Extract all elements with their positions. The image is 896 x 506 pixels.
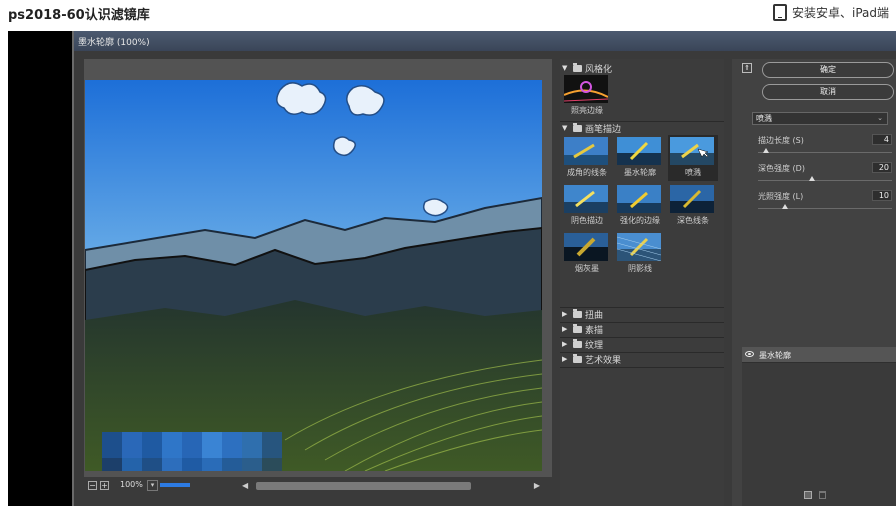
filter-label: 喷溅 <box>685 168 701 177</box>
filter-thumb-sumi-e[interactable]: 烟灰墨 <box>562 231 612 277</box>
filter-label: 烟灰墨 <box>575 264 599 273</box>
pixelated-watermark <box>102 432 282 471</box>
ok-button[interactable]: 确定 <box>762 62 894 78</box>
preview-landscape <box>85 80 542 471</box>
collapse-gallery-button[interactable]: ⇑ <box>742 63 752 73</box>
filter-preview <box>564 75 608 103</box>
expanded-triangle-icon: ▼ <box>562 64 568 72</box>
effect-layer-row[interactable]: 墨水轮廓 <box>742 347 896 363</box>
filter-label: 照亮边缘 <box>571 106 603 115</box>
filter-label: 深色线条 <box>677 216 709 225</box>
light-intensity-slider[interactable] <box>758 208 892 209</box>
scroll-thumb[interactable] <box>256 482 471 490</box>
dark-intensity-slider-thumb[interactable] <box>808 176 815 181</box>
folder-icon <box>573 323 582 333</box>
filter-thumb-ink-outlines[interactable]: 墨水轮廓 <box>615 135 665 181</box>
tablet-icon <box>773 3 787 21</box>
filter-preview <box>564 233 608 261</box>
effect-layers-panel: 墨水轮廓 <box>742 347 896 506</box>
filter-label: 成角的线条 <box>567 168 607 177</box>
trash-icon[interactable] <box>819 491 826 499</box>
filter-thumb-glowing-edges[interactable]: 照亮边缘 <box>562 73 612 119</box>
dialog-titlebar[interactable]: 墨水轮廓 (100%) <box>74 31 896 51</box>
folder-icon <box>573 308 582 318</box>
folder-icon <box>573 62 582 72</box>
category-label: 艺术效果 <box>585 355 622 366</box>
install-app-label: 安装安卓、iPad端 <box>792 5 890 20</box>
new-effect-layer-icon[interactable] <box>804 491 812 499</box>
page-title: ps2018-60认识滤镜库 <box>8 8 150 23</box>
filter-select-value: 喷溅 <box>756 114 772 123</box>
install-app-link[interactable]: 安装安卓、iPad端 <box>773 3 889 21</box>
chevron-down-icon: ⌄ <box>877 114 883 122</box>
zoom-out-button[interactable]: − <box>88 481 97 490</box>
stroke-length-slider-thumb[interactable] <box>763 148 770 153</box>
category-label: 纹理 <box>585 340 604 351</box>
category-label: 素描 <box>585 325 604 336</box>
filter-preview <box>617 185 661 213</box>
filter-label: 强化的边缘 <box>620 216 660 225</box>
category-sketch[interactable]: ▶ 素描 <box>560 322 724 336</box>
filter-select[interactable]: 喷溅 ⌄ <box>752 112 888 125</box>
collapsed-triangle-icon: ▶ <box>562 325 568 333</box>
zoom-bar: − + 100% ▾ ◀ ▶ <box>84 477 552 506</box>
filter-label: 墨水轮廓 <box>624 168 656 177</box>
category-brush-strokes[interactable]: ▼ 画笔描边 <box>560 121 724 135</box>
filter-preview <box>564 137 608 165</box>
category-distort[interactable]: ▶ 扭曲 <box>560 307 724 321</box>
cancel-button[interactable]: 取消 <box>762 84 894 100</box>
filter-thumb-crosshatch[interactable]: 阴影线 <box>615 231 665 277</box>
filter-thumb-angled-strokes[interactable]: 成角的线条 <box>562 135 612 181</box>
light-intensity-input[interactable]: 10 <box>872 190 892 201</box>
eye-icon[interactable] <box>745 351 754 357</box>
stroke-length-slider[interactable] <box>758 152 892 153</box>
preview-area[interactable]: − + 100% ▾ ◀ ▶ <box>84 59 552 506</box>
horizontal-scrollbar[interactable]: ◀ ▶ <box>242 481 542 491</box>
filter-preview <box>617 137 661 165</box>
preview-image[interactable] <box>85 80 542 471</box>
filter-thumb-accented-edges[interactable]: 阴色描边 <box>562 183 612 229</box>
category-label: 扭曲 <box>585 310 604 321</box>
light-intensity-label: 光照强度 (L) <box>758 192 804 201</box>
category-texture[interactable]: ▶ 纹理 <box>560 337 724 351</box>
divider <box>560 367 724 368</box>
folder-icon <box>573 122 582 132</box>
filter-preview <box>670 137 714 165</box>
collapsed-triangle-icon: ▶ <box>562 310 568 318</box>
folder-icon <box>573 353 582 363</box>
scroll-right-arrow-icon[interactable]: ▶ <box>534 481 540 490</box>
light-intensity-slider-thumb[interactable] <box>781 204 788 209</box>
filter-preview <box>564 185 608 213</box>
expanded-triangle-icon: ▼ <box>562 124 568 132</box>
collapsed-triangle-icon: ▶ <box>562 355 568 363</box>
page-header: ps2018-60认识滤镜库 安装安卓、iPad端 <box>0 0 896 31</box>
filter-thumb-strengthened-edges[interactable]: 强化的边缘 <box>615 183 665 229</box>
zoom-value: 100% <box>120 480 143 489</box>
effect-layer-name: 墨水轮廓 <box>759 351 791 360</box>
zoom-dropdown[interactable]: ▾ <box>147 480 158 491</box>
category-artistic[interactable]: ▶ 艺术效果 <box>560 352 724 366</box>
filter-thumb-dark-strokes[interactable]: 深色线条 <box>668 183 718 229</box>
zoom-in-button[interactable]: + <box>100 481 109 490</box>
filter-label: 阴影线 <box>628 264 652 273</box>
scroll-left-arrow-icon[interactable]: ◀ <box>242 481 248 490</box>
stroke-length-input[interactable]: 4 <box>872 134 892 145</box>
filter-label: 阴色描边 <box>571 216 603 225</box>
stroke-length-label: 描边长度 (S) <box>758 136 804 145</box>
filter-preview <box>670 185 714 213</box>
collapsed-triangle-icon: ▶ <box>562 340 568 348</box>
category-label: 画笔描边 <box>585 124 622 135</box>
dark-intensity-input[interactable]: 20 <box>872 162 892 173</box>
filter-gallery-dialog: 墨水轮廓 (100%) − + 100% ▾ ◀ ▶ ▼ 风格化 照亮边缘 ▼ … <box>72 31 896 506</box>
filter-preview <box>617 233 661 261</box>
zoom-progress <box>160 483 190 487</box>
folder-icon <box>573 338 582 348</box>
dark-intensity-label: 深色强度 (D) <box>758 164 805 173</box>
filter-gallery: ▼ 风格化 照亮边缘 ▼ 画笔描边 成角的线条 墨水轮廓 喷溅 阴色描边 强化的… <box>560 59 724 506</box>
filter-thumb-spatter[interactable]: 喷溅 <box>668 135 718 181</box>
settings-panel: ⇑ 确定 取消 喷溅 ⌄ 描边长度 (S) 4 深色强度 (D) 20 光照强度… <box>732 59 896 506</box>
video-letterbox <box>8 31 72 506</box>
dark-intensity-slider[interactable] <box>758 180 892 181</box>
dialog-title: 墨水轮廓 (100%) <box>78 38 150 48</box>
